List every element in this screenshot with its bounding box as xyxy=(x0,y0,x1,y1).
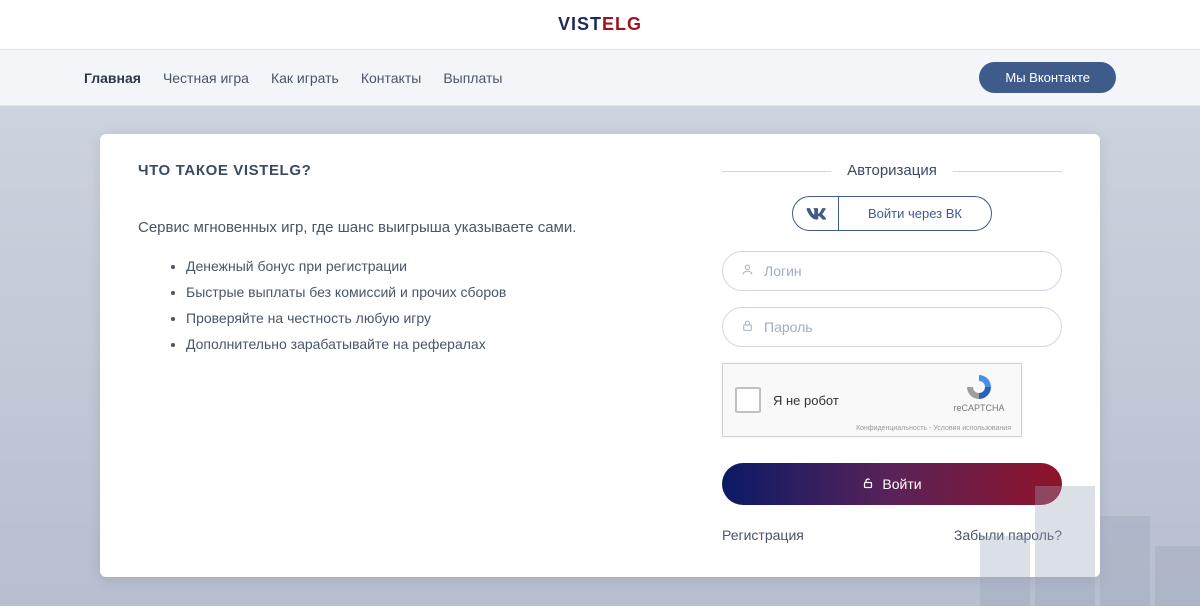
nav-item-main[interactable]: Главная xyxy=(84,70,141,86)
password-field-wrap[interactable] xyxy=(722,307,1062,347)
recaptcha-logo-icon xyxy=(964,372,994,402)
feature-list: Денежный бонус при регистрации Быстрые в… xyxy=(138,254,682,358)
decorative-buildings xyxy=(980,466,1200,606)
login-button-label: Войти xyxy=(882,476,921,492)
feature-item: Дополнительно зарабатывайте на рефералах xyxy=(186,332,682,358)
login-input[interactable] xyxy=(764,263,1043,279)
background-area: ЧТО ТАКОЕ VISTELG? Сервис мгновенных игр… xyxy=(0,106,1200,606)
vk-login-label: Войти через ВК xyxy=(839,197,991,230)
feature-item: Быстрые выплаты без комиссий и прочих сб… xyxy=(186,280,682,306)
vk-login-button[interactable]: Войти через ВК xyxy=(792,196,992,231)
brand-part2: ELG xyxy=(602,14,642,34)
recaptcha-brand-label: reCAPTCHA xyxy=(947,403,1011,413)
nav-bar: Главная Честная игра Как играть Контакты… xyxy=(0,50,1200,106)
auth-legend: Авторизация xyxy=(831,162,953,179)
brand-bar: VISTELG xyxy=(0,0,1200,50)
password-input[interactable] xyxy=(764,319,1043,335)
main-card: ЧТО ТАКОЕ VISTELG? Сервис мгновенных игр… xyxy=(100,134,1100,577)
recaptcha-checkbox[interactable] xyxy=(735,387,761,413)
user-icon xyxy=(741,263,754,279)
brand-part1: VIST xyxy=(558,14,602,34)
recaptcha-widget[interactable]: Я не робот reCAPTCHA Конфиденциальность … xyxy=(722,363,1022,437)
feature-item: Денежный бонус при регистрации xyxy=(186,254,682,280)
page-subheading: Сервис мгновенных игр, где шанс выигрыша… xyxy=(138,219,682,236)
recaptcha-brand: reCAPTCHA xyxy=(947,372,1011,413)
nav-item-howto[interactable]: Как играть xyxy=(271,70,339,86)
vk-icon xyxy=(793,197,839,230)
nav-item-fair[interactable]: Честная игра xyxy=(163,70,249,86)
nav-item-payouts[interactable]: Выплаты xyxy=(443,70,502,86)
feature-item: Проверяйте на честность любую игру xyxy=(186,306,682,332)
nav-left: Главная Честная игра Как играть Контакты… xyxy=(84,70,502,86)
auth-legend-wrap: Авторизация xyxy=(722,162,1062,180)
login-field-wrap[interactable] xyxy=(722,251,1062,291)
register-link[interactable]: Регистрация xyxy=(722,527,804,543)
vk-social-button[interactable]: Мы Вконтакте xyxy=(979,62,1116,93)
page-heading: ЧТО ТАКОЕ VISTELG? xyxy=(138,162,682,179)
brand-logo: VISTELG xyxy=(558,14,642,34)
info-column: ЧТО ТАКОЕ VISTELG? Сервис мгновенных игр… xyxy=(138,162,682,543)
recaptcha-text: Я не робот xyxy=(773,393,839,408)
unlock-icon xyxy=(862,477,874,492)
nav-item-contacts[interactable]: Контакты xyxy=(361,70,421,86)
recaptcha-terms: Конфиденциальность - Условия использован… xyxy=(856,425,1011,432)
lock-icon xyxy=(741,319,754,335)
